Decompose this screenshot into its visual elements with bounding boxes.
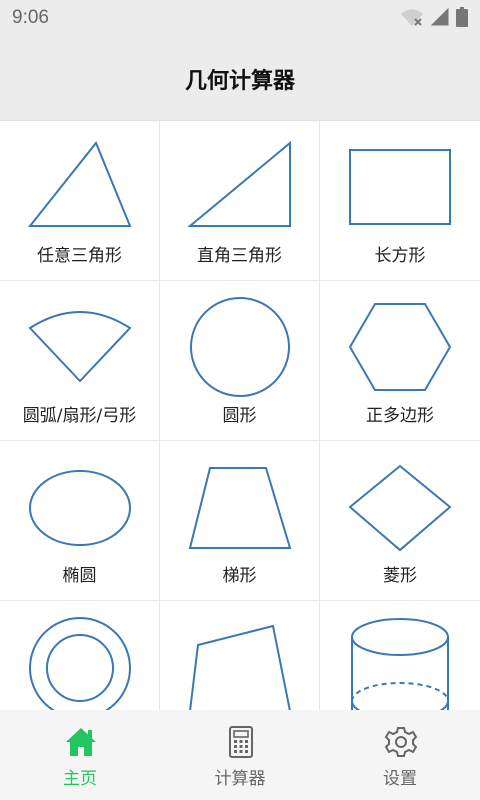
shape-item-circle[interactable]: 圆形 (160, 281, 320, 441)
circle-icon (190, 297, 290, 397)
shape-item-trapezoid[interactable]: 梯形 (160, 441, 320, 601)
tab-settings-label: 设置 (383, 769, 417, 789)
shape-item-ellipse[interactable]: 椭圆 (0, 441, 160, 601)
annulus-icon (29, 617, 131, 710)
shape-item-regular-polygon[interactable]: 正多边形 (320, 281, 480, 441)
tab-calculator[interactable]: 计算器 (160, 710, 320, 800)
shape-label: 任意三角形 (37, 246, 122, 266)
tab-home-label: 主页 (63, 769, 97, 789)
tab-calculator-label: 计算器 (214, 769, 266, 789)
shape-label: 正多边形 (366, 406, 434, 426)
wifi-off-icon (400, 7, 424, 31)
status-bar: 9:06 (0, 0, 480, 36)
status-time: 9:06 (12, 7, 49, 28)
shape-item-triangle[interactable]: 任意三角形 (0, 121, 160, 281)
rectangle-icon (349, 149, 451, 225)
quadrilateral-icon (189, 624, 291, 710)
shape-label: 圆形 (222, 406, 257, 426)
hexagon-icon (348, 303, 452, 391)
home-icon (66, 728, 96, 756)
shape-item-right-triangle[interactable]: 直角三角形 (160, 121, 320, 281)
shape-item-rectangle[interactable]: 长方形 (320, 121, 480, 281)
battery-icon (456, 7, 468, 31)
shape-item-rhombus[interactable]: 菱形 (320, 441, 480, 601)
trapezoid-icon (188, 467, 292, 549)
gear-icon (384, 727, 418, 757)
ellipse-icon (29, 470, 131, 546)
shape-label: 圆弧/扇形/弓形 (22, 406, 137, 426)
shape-item-sector[interactable]: 圆弧/扇形/弓形 (0, 281, 160, 441)
shape-item-cylinder[interactable] (320, 601, 480, 710)
shape-label: 椭圆 (62, 566, 97, 586)
shape-label: 直角三角形 (197, 246, 282, 266)
tab-home[interactable]: 主页 (0, 710, 160, 800)
bottom-tab-bar: 主页 计算器 设置 (0, 710, 480, 800)
app-bar: 几何计算器 (0, 36, 480, 121)
signal-icon (430, 7, 450, 31)
rhombus-icon (348, 464, 452, 552)
shape-item-annulus[interactable] (0, 601, 160, 710)
status-icons (400, 7, 468, 31)
sector-icon (28, 311, 132, 383)
shape-label: 菱形 (383, 566, 417, 586)
triangle-icon (27, 141, 132, 227)
cylinder-icon (351, 618, 449, 710)
shape-label: 梯形 (222, 566, 257, 586)
tab-settings[interactable]: 设置 (320, 710, 480, 800)
page-title: 几何计算器 (184, 69, 295, 94)
shape-item-quadrilateral[interactable] (160, 601, 320, 710)
shape-grid: 任意三角形 直角三角形 长方形 圆弧/扇形/弓形 圆形 正多边形 椭圆 梯形 菱… (0, 121, 480, 710)
calculator-icon (229, 726, 253, 758)
shape-label: 长方形 (374, 246, 426, 266)
right-triangle-icon (187, 140, 291, 227)
